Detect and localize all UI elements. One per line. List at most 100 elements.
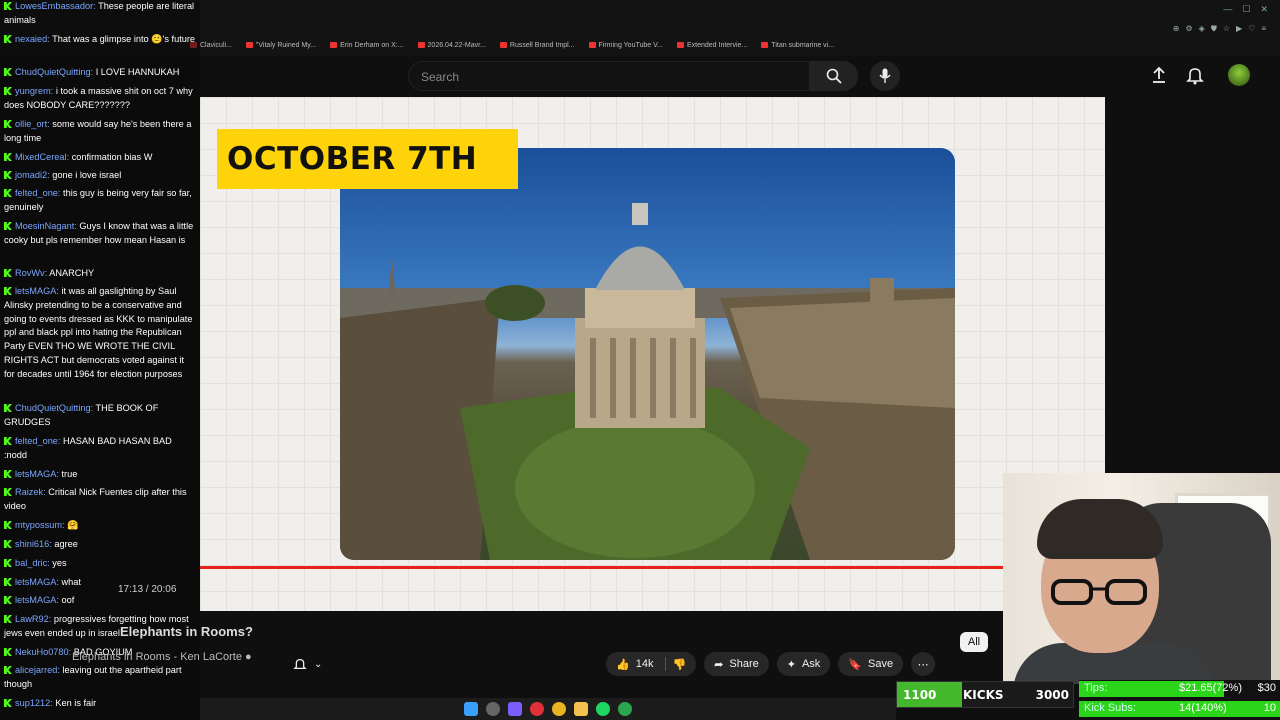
bookmark-item[interactable]: "Vitaly Ruined My...: [245, 38, 316, 52]
chat-username[interactable]: NekuHo0780:: [15, 647, 71, 657]
menu-icon[interactable]: ≡: [1261, 24, 1266, 34]
notifications-button[interactable]: [1184, 64, 1206, 86]
like-button[interactable]: 👍 14k 👎: [606, 652, 697, 676]
chat-text: confirmation bias W: [71, 152, 153, 162]
chat-username[interactable]: mtypossum:: [15, 520, 65, 530]
kick-badge-icon: [4, 269, 12, 277]
spotify-icon[interactable]: [596, 702, 610, 716]
subscription-bell-button[interactable]: ⌄: [292, 654, 332, 674]
chat-username[interactable]: MoesinNagant:: [15, 221, 77, 231]
chat-username[interactable]: MixedCereal:: [15, 152, 69, 162]
sparkle-icon: ✦: [786, 658, 796, 671]
chat-message: ChudQuietQuitting: I LOVE HANNUKAH: [4, 66, 196, 80]
app-icon[interactable]: [508, 702, 522, 716]
chat-username[interactable]: felted_one:: [15, 188, 60, 198]
voice-search-button[interactable]: [870, 61, 900, 91]
chat-username[interactable]: shini616:: [15, 539, 52, 549]
chat-message: MoesinNagant: Guys I know that was a lit…: [4, 220, 196, 248]
xbox-icon[interactable]: [618, 702, 632, 716]
chat-username[interactable]: alicejarred:: [15, 665, 60, 675]
play-icon[interactable]: ▶: [1236, 24, 1242, 34]
thumbs-down-icon[interactable]: 👎: [672, 658, 686, 671]
upload-icon: [1153, 66, 1165, 83]
chat-message: yungrem: i took a massive shit on oct 7 …: [4, 85, 196, 113]
chat-text: yes: [52, 558, 67, 568]
bookmark-favicon-icon: [761, 42, 769, 48]
bookmark-item[interactable]: 2026.04.22-Mavr...: [417, 38, 486, 52]
chat-username[interactable]: sup1212:: [15, 698, 53, 708]
chat-message: jomadi2: gone i love israel: [4, 169, 196, 183]
share-button[interactable]: ➦ Share: [704, 652, 769, 676]
search-input[interactable]: Search: [408, 61, 810, 91]
bookmark-item[interactable]: Extended Intervie...: [676, 38, 747, 52]
chat-username[interactable]: letsMAGA:: [15, 577, 59, 587]
kick-badge-icon: [4, 470, 12, 478]
chat-username[interactable]: LawR92:: [15, 614, 51, 624]
chat-text: agree: [54, 539, 78, 549]
close-icon[interactable]: ✕: [1260, 4, 1268, 15]
heart-icon[interactable]: ♡: [1248, 24, 1255, 34]
windows-start-icon[interactable]: [464, 702, 478, 716]
chat-username[interactable]: LowesEmbassador:: [15, 1, 96, 11]
window-controls[interactable]: — ☐ ✕: [1223, 4, 1268, 15]
extension-icon[interactable]: ◈: [1199, 24, 1205, 34]
chat-username[interactable]: ChudQuietQuitting:: [15, 67, 93, 77]
bookmark-item[interactable]: Erin Derham on X:...: [330, 38, 404, 52]
chat-message: felted_one: HASAN BAD HASAN BAD :nodd: [4, 435, 196, 463]
kick-badge-icon: [4, 615, 12, 623]
chat-text: oof: [61, 595, 75, 605]
chat-message: mtypossum: 🤗: [4, 519, 196, 533]
folder-icon[interactable]: [574, 702, 588, 716]
chat-username[interactable]: RovWv:: [15, 268, 47, 278]
kick-badge-icon: [4, 153, 12, 161]
video-player[interactable]: OCTOBER 7TH: [200, 97, 1105, 611]
chat-username[interactable]: Raizek:: [15, 487, 46, 497]
chrome-icon[interactable]: [552, 702, 566, 716]
side-panel-background: [1105, 97, 1280, 473]
kick-badge-icon: [4, 171, 12, 179]
search-button[interactable]: [810, 61, 858, 91]
chat-username[interactable]: letsMAGA:: [15, 595, 59, 605]
bookmark-favicon-icon: [245, 42, 253, 48]
create-button[interactable]: [1148, 64, 1170, 86]
star-icon[interactable]: ☆: [1223, 24, 1230, 34]
filter-chip-all[interactable]: All: [960, 632, 988, 652]
video-actions: 👍 14k 👎 ➦ Share ✦ Ask 🔖 Save ⋯: [606, 652, 936, 676]
chat-overlay: LowesEmbassador: These people are litera…: [0, 0, 200, 720]
video-progress-bar[interactable]: [200, 566, 1003, 569]
chat-username[interactable]: bal_dric:: [15, 558, 50, 568]
chat-text: ANARCHY: [49, 268, 95, 278]
kick-badge-icon: [4, 35, 12, 43]
chat-username[interactable]: ollie_ort:: [15, 119, 50, 129]
chat-username[interactable]: yungrem:: [15, 86, 53, 96]
video-time-display: 17:13 / 20:06: [118, 584, 177, 595]
shield-icon[interactable]: ⛊: [1211, 24, 1217, 34]
zoom-icon[interactable]: ⊕: [1173, 24, 1180, 34]
like-count: 14k: [635, 658, 654, 670]
channel-name[interactable]: Elephants in Rooms - Ken LaCorte ●: [72, 651, 252, 663]
minimize-icon[interactable]: —: [1223, 4, 1232, 15]
bookmark-item[interactable]: Russell Brand Impl...: [499, 38, 575, 52]
maximize-icon[interactable]: ☐: [1242, 4, 1250, 15]
chat-username[interactable]: jomadi2:: [15, 170, 50, 180]
chat-text: Ken is fair: [55, 698, 97, 708]
kick-badge-icon: [4, 488, 12, 496]
account-avatar[interactable]: [1228, 64, 1250, 86]
kick-badge-icon: [4, 596, 12, 604]
tips-amount: $21.65(72%): [1179, 682, 1242, 694]
bookmark-item[interactable]: Firming YouTube V...: [588, 38, 663, 52]
chat-username[interactable]: nexaied:: [15, 34, 50, 44]
chat-username[interactable]: felted_one:: [15, 436, 60, 446]
opera-icon[interactable]: [530, 702, 544, 716]
chat-username[interactable]: ChudQuietQuitting:: [15, 403, 93, 413]
search-icon[interactable]: [486, 702, 500, 716]
ask-button[interactable]: ✦ Ask: [776, 652, 831, 676]
kick-badge-icon: [4, 87, 12, 95]
bookmark-item[interactable]: Titan submarine vi...: [761, 38, 834, 52]
chat-username[interactable]: letsMAGA:: [15, 469, 59, 479]
more-actions-button[interactable]: ⋯: [911, 652, 936, 676]
save-button[interactable]: 🔖 Save: [838, 652, 904, 676]
tips-goal: $30: [1257, 682, 1276, 694]
settings-icon[interactable]: ⚙: [1186, 24, 1193, 34]
chat-username[interactable]: letsMAGA:: [15, 286, 59, 296]
